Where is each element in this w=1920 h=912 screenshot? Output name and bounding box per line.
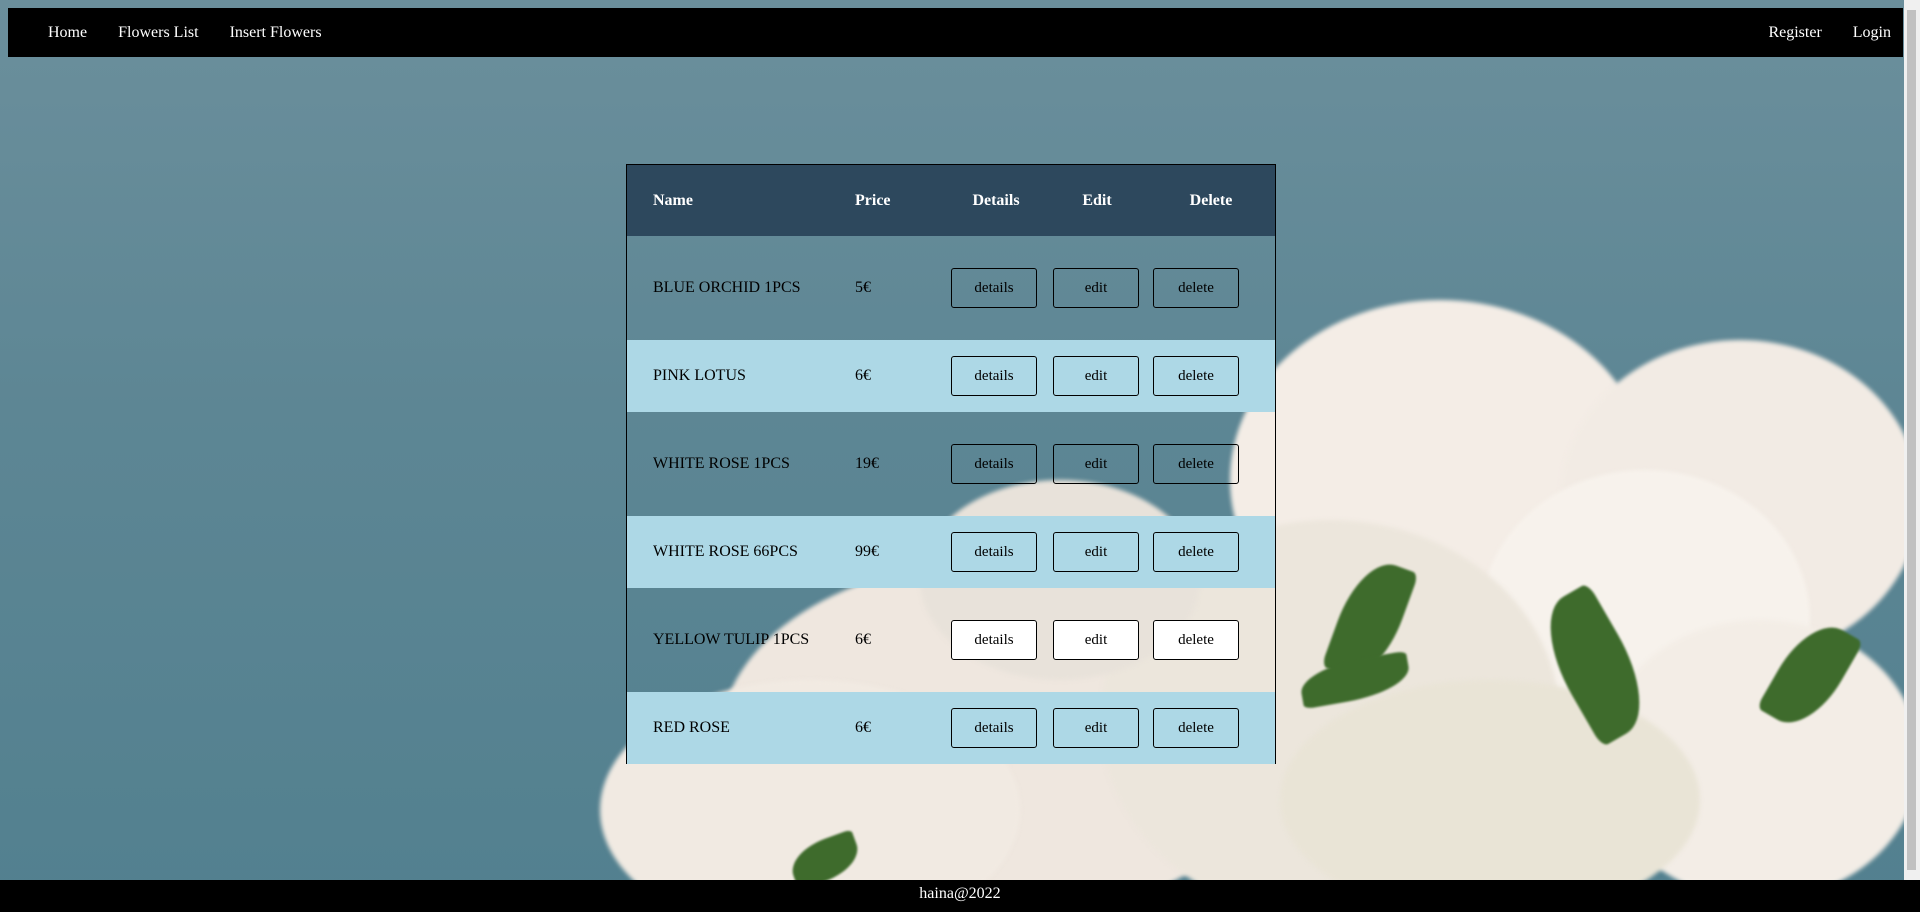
page-scrollbar[interactable] xyxy=(1904,0,1920,880)
header-name: Name xyxy=(653,191,693,209)
header-delete: Delete xyxy=(1189,191,1233,209)
delete-button[interactable]: delete xyxy=(1153,532,1239,572)
details-button[interactable]: details xyxy=(951,444,1037,484)
flower-name: YELLOW TULIP 1PCS xyxy=(653,631,810,648)
flower-price: 5€ xyxy=(855,279,871,296)
table-row: BLUE ORCHID 1PCS 5€ details edit delete xyxy=(627,236,1275,340)
edit-button[interactable]: edit xyxy=(1053,532,1139,572)
nav-right-group: Register Login xyxy=(1768,24,1891,42)
edit-button[interactable]: edit xyxy=(1053,444,1139,484)
flower-price: 19€ xyxy=(855,455,879,472)
table-row: WHITE ROSE 66PCS 99€ details edit delete xyxy=(627,516,1275,588)
delete-button[interactable]: delete xyxy=(1153,708,1239,748)
details-button[interactable]: details xyxy=(951,356,1037,396)
nav-insert-flowers-link[interactable]: Insert Flowers xyxy=(230,24,322,42)
nav-home-link[interactable]: Home xyxy=(48,24,87,42)
details-button[interactable]: details xyxy=(951,268,1037,308)
delete-button[interactable]: delete xyxy=(1153,444,1239,484)
edit-button[interactable]: edit xyxy=(1053,620,1139,660)
nav-left-group: Home Flowers List Insert Flowers xyxy=(48,24,322,42)
flowers-table-container: Name Price Details Edit Delete BLUE ORCH… xyxy=(626,164,1276,764)
nav-flowers-list-link[interactable]: Flowers List xyxy=(118,24,198,42)
header-price: Price xyxy=(855,191,891,209)
delete-button[interactable]: delete xyxy=(1153,268,1239,308)
flower-name: BLUE ORCHID 1PCS xyxy=(653,279,801,296)
nav-login-link[interactable]: Login xyxy=(1853,24,1891,42)
flower-name: PINK LOTUS xyxy=(653,367,746,384)
delete-button[interactable]: delete xyxy=(1153,620,1239,660)
table-row: PINK LOTUS 6€ details edit delete xyxy=(627,340,1275,412)
edit-button[interactable]: edit xyxy=(1053,356,1139,396)
table-row: RED ROSE 6€ details edit delete xyxy=(627,692,1275,764)
details-button[interactable]: details xyxy=(951,708,1037,748)
scrollbar-thumb[interactable] xyxy=(1907,10,1916,870)
table-row: WHITE ROSE 1PCS 19€ details edit delete xyxy=(627,412,1275,516)
flower-price: 6€ xyxy=(855,719,871,736)
flower-name: RED ROSE xyxy=(653,719,730,736)
header-edit: Edit xyxy=(1082,191,1112,209)
edit-button[interactable]: edit xyxy=(1053,708,1139,748)
table-row: YELLOW TULIP 1PCS 6€ details edit delete xyxy=(627,588,1275,692)
flowers-table: Name Price Details Edit Delete BLUE ORCH… xyxy=(627,165,1275,764)
flower-name: WHITE ROSE 1PCS xyxy=(653,455,790,472)
flower-price: 6€ xyxy=(855,367,871,384)
footer-text: haina@2022 xyxy=(919,885,1001,902)
details-button[interactable]: details xyxy=(951,620,1037,660)
page-footer: haina@2022 xyxy=(0,880,1920,912)
top-navbar: Home Flowers List Insert Flowers Registe… xyxy=(8,8,1903,57)
edit-button[interactable]: edit xyxy=(1053,268,1139,308)
header-details: Details xyxy=(972,191,1020,209)
flower-price: 6€ xyxy=(855,631,871,648)
flower-name: WHITE ROSE 66PCS xyxy=(653,543,798,560)
flower-price: 99€ xyxy=(855,543,879,560)
table-header-row: Name Price Details Edit Delete xyxy=(627,165,1275,236)
nav-register-link[interactable]: Register xyxy=(1768,24,1821,42)
details-button[interactable]: details xyxy=(951,532,1037,572)
delete-button[interactable]: delete xyxy=(1153,356,1239,396)
